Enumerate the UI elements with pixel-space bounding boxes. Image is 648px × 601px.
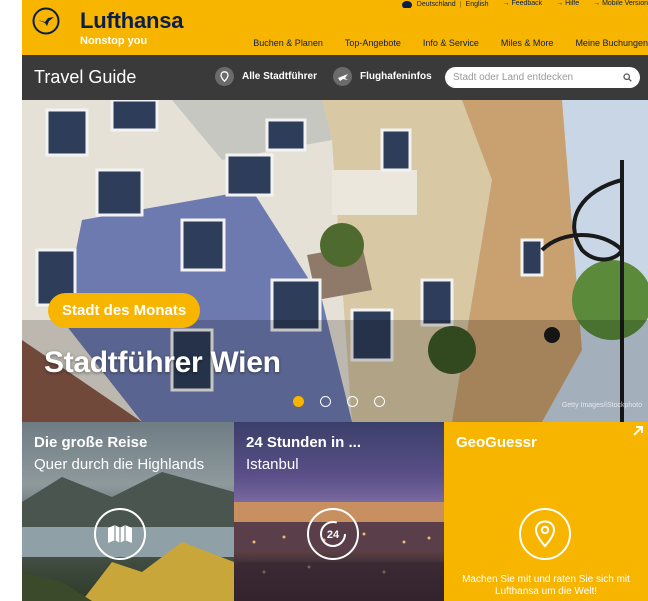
clock-24-icon: 24 (307, 508, 359, 560)
nav-top-angebote[interactable]: Top-Angebote (345, 38, 401, 48)
globe-icon (401, 1, 412, 8)
airport-info-label: Flughafeninfos (360, 71, 432, 82)
tile-subtitle: Quer durch die Highlands (34, 456, 205, 473)
travel-guide-bar: Travel Guide Alle Stadtführer Flughafeni… (22, 55, 648, 100)
city-of-month-badge[interactable]: Stadt des Monats (48, 293, 201, 328)
tile-geoguessr[interactable]: GeoGuessr Machen Sie mit und raten Sie s… (444, 422, 648, 601)
separator: | (459, 0, 462, 8)
all-city-guides-label: Alle Stadtführer (242, 71, 318, 82)
photo-credit: Getty Images/iStockphoto (561, 402, 642, 409)
nav-buchen-planen[interactable]: Buchen & Planen (253, 38, 323, 48)
crane-logo-icon[interactable] (32, 7, 60, 35)
tile-subtitle: Istanbul (246, 456, 299, 473)
travel-guide-title[interactable]: Travel Guide (34, 67, 136, 88)
carousel-dot-4[interactable] (374, 396, 385, 407)
nav-miles-more[interactable]: Miles & More (501, 38, 554, 48)
mobile-version-link[interactable]: → Mobile Version (593, 0, 648, 7)
language-selector[interactable]: Deutschland | English (401, 0, 489, 8)
language-link[interactable]: English (466, 1, 489, 8)
tile-heading: GeoGuessr (456, 434, 537, 451)
external-link-icon[interactable] (632, 425, 644, 437)
all-city-guides-link[interactable]: Alle Stadtführer (215, 67, 317, 86)
search-icon[interactable] (623, 73, 632, 82)
lufthansa-header: Lufthansa Nonstop you Deutschland | Engl… (22, 0, 648, 55)
tile-heading: Die große Reise (34, 434, 148, 451)
main-navigation: Buchen & Planen Top-Angebote Info & Serv… (253, 38, 648, 48)
carousel-indicators (293, 396, 385, 407)
destination-search (445, 67, 640, 88)
tile-die-grosse-reise[interactable]: Die große Reise Quer durch die Highlands (22, 422, 234, 601)
nav-meine-buchungen[interactable]: Meine Buchungen (575, 38, 648, 48)
carousel-dot-1[interactable] (293, 396, 304, 407)
brand-slogan: Nonstop you (80, 35, 148, 47)
search-input[interactable] (453, 72, 623, 83)
geoguessr-description: Machen Sie mit und raten Sie sich mit Lu… (462, 574, 630, 597)
location-pin-icon (519, 508, 571, 560)
location-pin-icon (215, 67, 234, 86)
brand-name[interactable]: Lufthansa (80, 8, 184, 34)
tile-24-stunden[interactable]: 24 Stunden in ... Istanbul 24 (234, 422, 444, 601)
feedback-link[interactable]: → Feedback (503, 0, 543, 7)
tile-heading: 24 Stunden in ... (246, 434, 362, 451)
clock-24-label: 24 (327, 529, 340, 541)
help-link[interactable]: → Hilfe (556, 0, 579, 7)
nav-info-service[interactable]: Info & Service (423, 38, 479, 48)
carousel-dot-2[interactable] (320, 396, 331, 407)
country-link[interactable]: Deutschland (417, 1, 456, 8)
hero-banner[interactable]: Stadt des Monats Stadtführer Wien Getty … (22, 100, 648, 422)
airplane-icon (333, 67, 352, 86)
hero-title[interactable]: Stadtführer Wien (44, 346, 281, 380)
page: Lufthansa Nonstop you Deutschland | Engl… (0, 0, 648, 601)
carousel-dot-3[interactable] (347, 396, 358, 407)
utility-bar: Deutschland | English → Feedback → Hilfe… (401, 0, 648, 9)
airport-info-link[interactable]: Flughafeninfos (333, 67, 432, 86)
map-icon (94, 508, 146, 560)
